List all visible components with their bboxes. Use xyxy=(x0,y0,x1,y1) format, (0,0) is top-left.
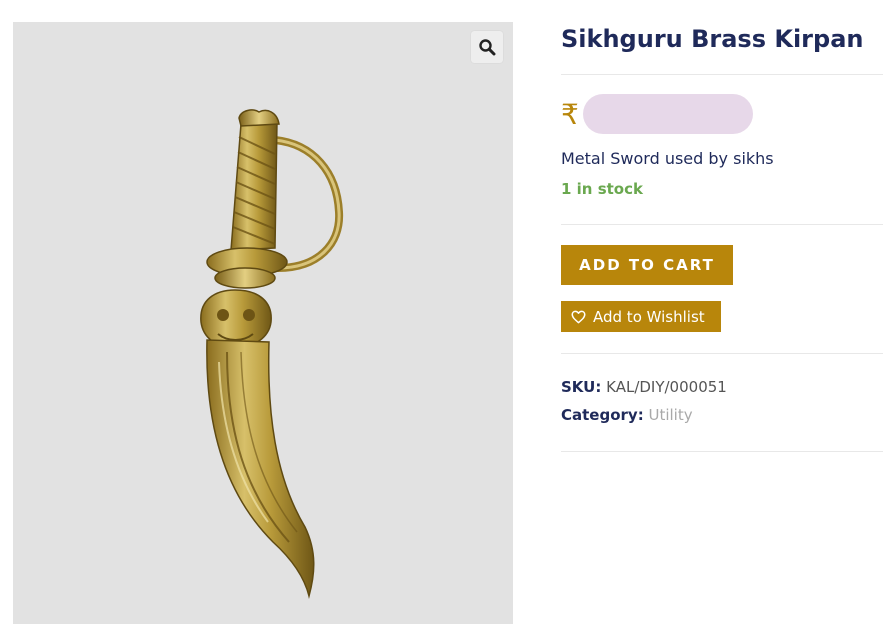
category-label: Category: xyxy=(561,406,644,424)
currency-symbol: ₹ xyxy=(561,97,579,131)
add-to-wishlist-button[interactable]: Add to Wishlist xyxy=(561,301,721,332)
sku-row: SKU: KAL/DIY/000051 xyxy=(561,378,727,396)
product-title: Sikhguru Brass Kirpan xyxy=(561,25,864,53)
sku-value: KAL/DIY/000051 xyxy=(606,378,727,396)
divider xyxy=(561,74,883,75)
stock-status: 1 in stock xyxy=(561,180,643,198)
product-gallery xyxy=(13,22,513,624)
product-description: Metal Sword used by sikhs xyxy=(561,149,774,168)
sku-label: SKU: xyxy=(561,378,602,396)
category-row: Category: Utility xyxy=(561,406,693,424)
zoom-button[interactable] xyxy=(471,31,503,63)
category-link[interactable]: Utility xyxy=(648,406,692,424)
heart-icon xyxy=(571,310,586,323)
product-image[interactable] xyxy=(13,22,513,624)
search-icon xyxy=(479,39,496,56)
divider xyxy=(561,224,883,225)
wishlist-label: Add to Wishlist xyxy=(593,307,705,326)
divider xyxy=(561,451,883,452)
add-to-cart-button[interactable]: ADD TO CART xyxy=(561,245,733,285)
product-price: ₹ xyxy=(561,92,753,136)
divider xyxy=(561,353,883,354)
price-redacted xyxy=(582,94,753,134)
